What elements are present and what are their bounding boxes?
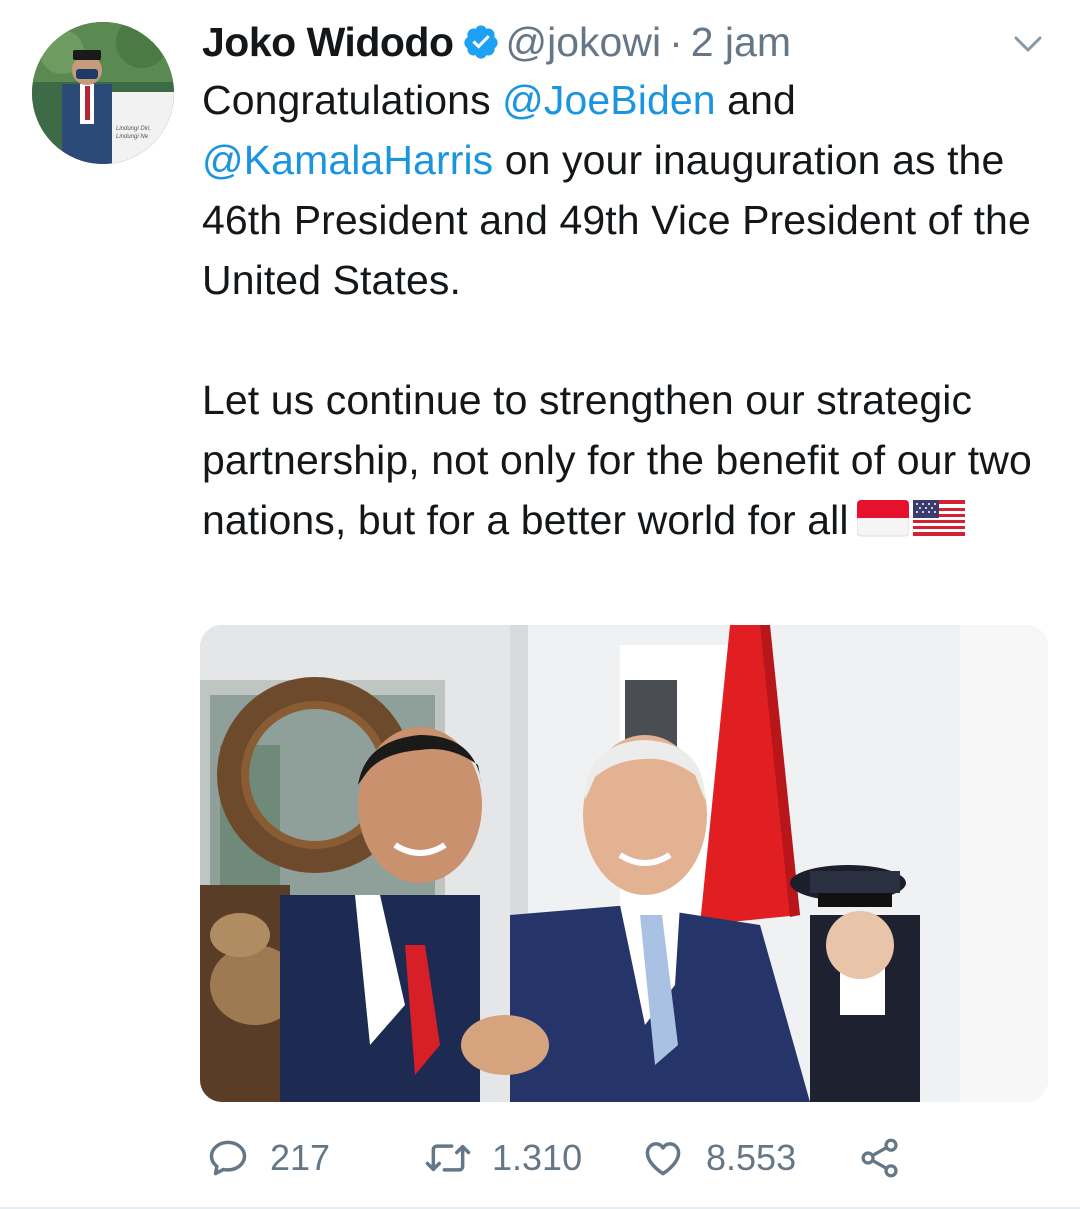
tweet-header: Joko Widodo @jokowi · 2 jam	[202, 14, 791, 70]
heart-icon	[645, 1142, 681, 1176]
tweet-text: Congratulations @JoeBiden and @KamalaHarr…	[202, 70, 1062, 550]
timestamp[interactable]: 2 jam	[691, 19, 791, 66]
share-button[interactable]	[858, 1130, 902, 1186]
photo-handshake-image	[200, 625, 1048, 1102]
mention-kamalaharris[interactable]: @KamalaHarris	[202, 137, 493, 183]
reply-button[interactable]: 217	[206, 1130, 330, 1186]
tweet-photo[interactable]	[200, 625, 1048, 1102]
tweet-actions: 217 1.310 8.553	[0, 1130, 1080, 1186]
like-button[interactable]: 8.553	[640, 1130, 796, 1186]
author-name[interactable]: Joko Widodo	[202, 19, 454, 66]
chevron-down-icon[interactable]	[1010, 30, 1046, 58]
flag-united-states-icon	[912, 500, 965, 536]
retweet-count: 1.310	[492, 1137, 583, 1178]
retweet-icon	[425, 1144, 471, 1172]
reply-count: 217	[270, 1137, 331, 1178]
avatar-caption-line2: Lindungi Ne	[116, 134, 149, 140]
verified-badge-icon	[463, 25, 498, 59]
avatar-image: Lindungi Diri, Lindungi Ne	[32, 22, 174, 164]
text-congratulations: Congratulations	[202, 77, 503, 123]
reply-icon	[209, 1140, 247, 1176]
like-count: 8.553	[706, 1137, 797, 1178]
tweet-paragraph-2: Let us continue to strengthen our strate…	[202, 370, 1062, 550]
tweet-paragraph-1: Congratulations @JoeBiden and @KamalaHarr…	[202, 70, 1062, 310]
separator-dot: ·	[669, 18, 683, 65]
avatar-caption-line1: Lindungi Diri,	[116, 126, 151, 132]
author-handle[interactable]: @jokowi	[506, 19, 662, 66]
avatar[interactable]: Lindungi Diri, Lindungi Ne	[32, 22, 174, 164]
mention-joebiden[interactable]: @JoeBiden	[502, 77, 716, 123]
text-and: and	[715, 77, 796, 123]
flag-indonesia-icon	[856, 500, 909, 537]
share-icon	[861, 1138, 898, 1178]
tweet[interactable]: Lindungi Diri, Lindungi Ne Joko Widodo @…	[0, 0, 1080, 1209]
retweet-button[interactable]: 1.310	[424, 1130, 582, 1186]
